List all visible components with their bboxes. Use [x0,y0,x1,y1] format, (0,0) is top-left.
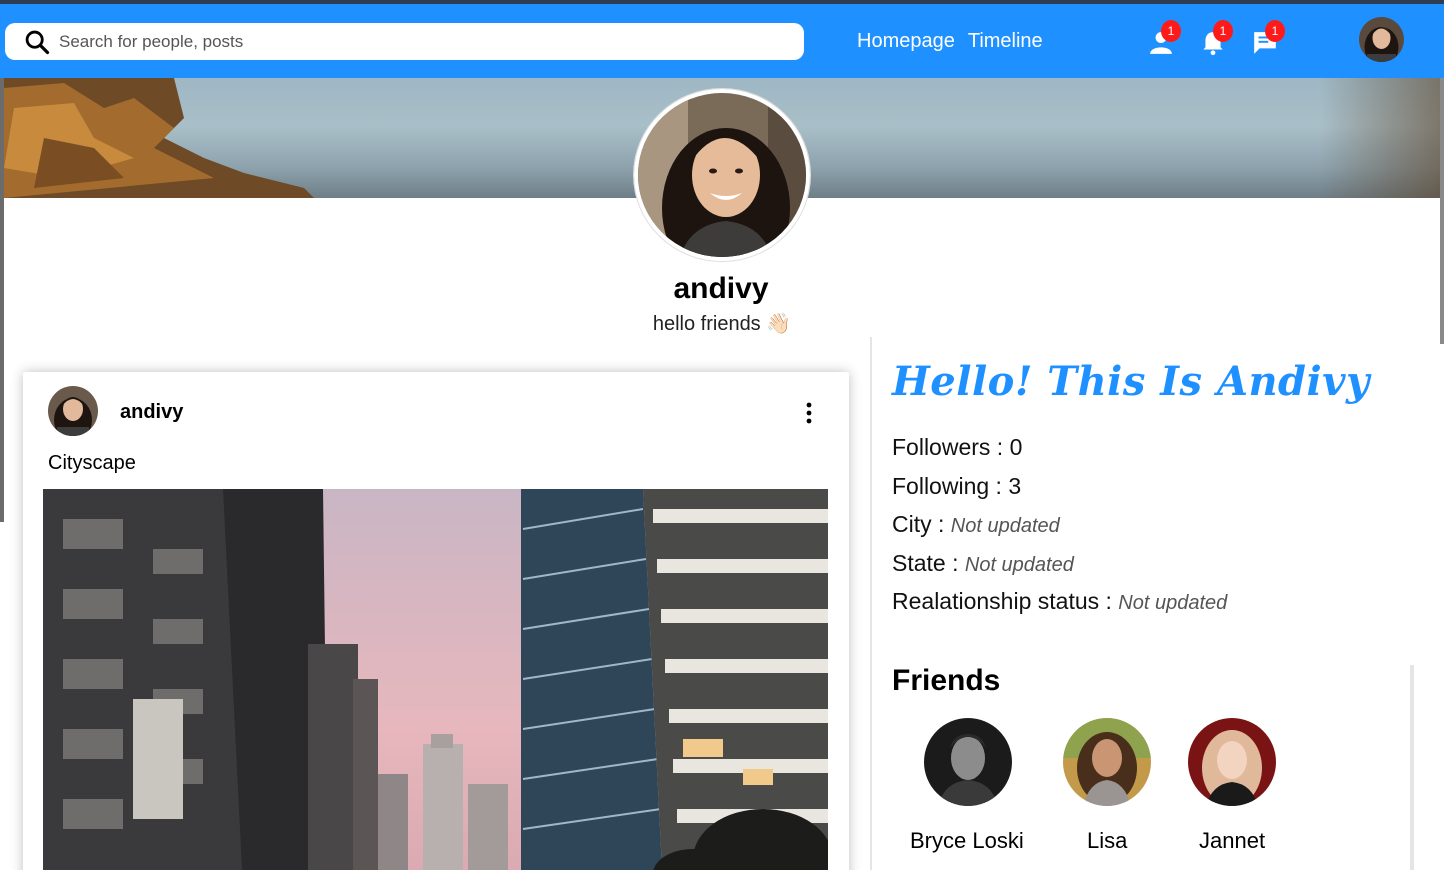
followers-row: Followers : 0 [892,434,1022,461]
friend-avatar[interactable] [1063,718,1151,806]
followers-label: Followers : [892,434,1010,460]
post-author-name[interactable]: andivy [120,401,183,424]
city-value: Not updated [950,515,1060,537]
friend-name[interactable]: Jannet [1199,828,1265,854]
search-bar[interactable] [5,23,804,60]
relationship-row: Realationship status : Not updated [892,588,1227,615]
about-heading: Hello! This Is Andivy [892,358,1370,405]
followers-count: 0 [1009,434,1023,460]
profile-name: andivy [673,272,769,305]
nav-link-timeline[interactable]: Timeline [968,30,1043,53]
more-vertical-icon [806,402,812,424]
state-value: Not updated [964,554,1074,576]
relationship-label: Realationship status : [892,588,1119,614]
search-input[interactable] [59,31,759,52]
friend-requests-badge: 1 [1161,20,1181,42]
post-card: andivy Cityscape [23,372,849,870]
user-avatar[interactable] [1359,17,1404,62]
profile-name-wrapper: andivy [0,272,1444,306]
messages-button[interactable]: 1 [1252,20,1285,54]
friend-item[interactable]: Jannet [1188,718,1276,853]
friend-avatar[interactable] [924,718,1012,806]
post-text: Cityscape [48,452,136,474]
friends-divider [1410,665,1414,870]
following-label: Following : [892,473,1009,499]
post-image[interactable] [43,489,828,870]
nav-link-homepage[interactable]: Homepage [857,30,955,53]
messages-badge: 1 [1265,20,1285,42]
following-row: Following : 3 [892,473,1021,500]
friends-title: Friends [892,664,1001,697]
friend-avatar[interactable] [1188,718,1276,806]
friend-name[interactable]: Lisa [1087,828,1127,854]
notifications-button[interactable]: 1 [1200,20,1233,56]
friend-item[interactable]: Bryce Loski [910,718,1024,853]
nav-links: Homepage Timeline [857,30,1043,53]
relationship-value: Not updated [1118,592,1228,614]
city-row: City : Not updated [892,511,1060,538]
friend-item[interactable]: Lisa [1063,718,1151,853]
post-menu-button[interactable] [802,401,816,427]
state-row: State : Not updated [892,550,1074,577]
search-icon [25,30,50,54]
panel-divider [870,337,872,870]
friend-requests-button[interactable]: 1 [1148,20,1181,54]
following-count: 3 [1008,473,1022,499]
post-author-avatar[interactable] [48,386,98,436]
friend-name[interactable]: Bryce Loski [910,828,1024,854]
city-label: City : [892,511,951,537]
profile-picture[interactable] [634,89,810,261]
state-label: State : [892,550,965,576]
notifications-badge: 1 [1213,20,1233,42]
top-navbar: Homepage Timeline 1 1 1 [0,4,1444,78]
profile-description: hello friends 👋🏻 [652,313,792,335]
